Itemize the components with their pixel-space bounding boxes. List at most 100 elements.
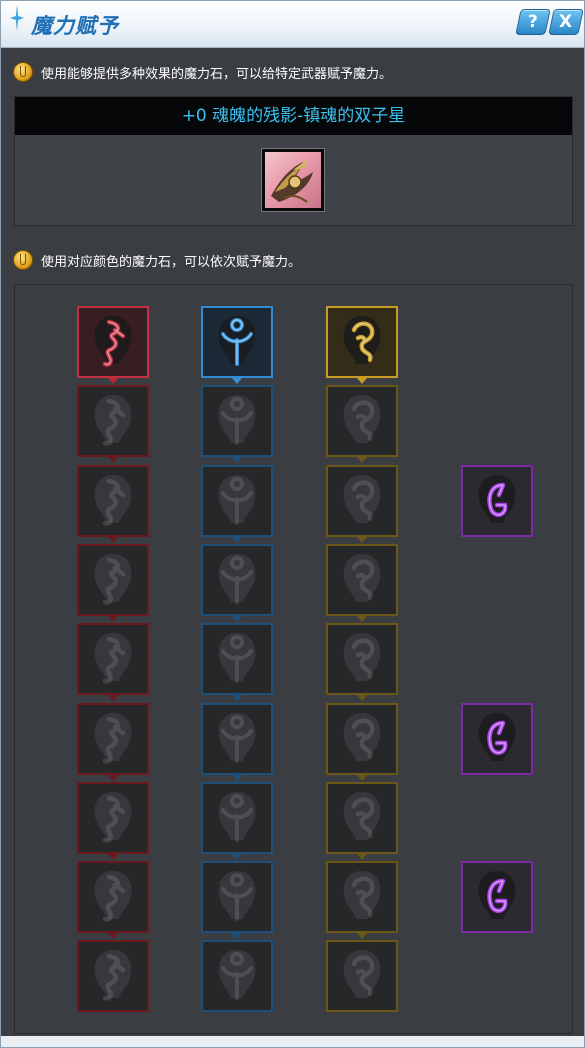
red-chain-arrow-icon (108, 933, 118, 940)
blue-rune-icon (218, 712, 256, 763)
red-rune-icon (94, 791, 132, 843)
red-rune-icon (94, 871, 132, 922)
gold-rune-slot[interactable] (326, 543, 398, 616)
red-rune-icon (94, 950, 132, 1002)
red-rune-slot[interactable] (77, 543, 149, 616)
red-chain-arrow-icon (108, 378, 118, 384)
slot-panel (14, 284, 573, 1034)
purple-rune-icon (478, 712, 516, 761)
red-rune-slot[interactable] (77, 702, 149, 775)
title-bar[interactable]: 魔力赋予 ? X (1, 1, 584, 48)
blue-rune-slot[interactable] (201, 543, 273, 616)
gold-chain-arrow-icon (357, 378, 367, 384)
blue-rune-slot[interactable] (201, 861, 273, 934)
gold-rune-icon (343, 633, 381, 682)
red-rune-icon (94, 316, 132, 367)
red-rune-slot[interactable] (77, 940, 149, 1013)
blue-chain-arrow-icon (232, 378, 242, 384)
sparkle-icon (10, 5, 24, 31)
red-chain-arrow-icon (108, 536, 118, 543)
red-rune-icon (94, 633, 132, 684)
gold-rune-slot[interactable] (326, 940, 398, 1013)
red-rune-slot[interactable] (77, 306, 149, 378)
blue-rune-slot[interactable] (201, 940, 273, 1013)
gold-chain-arrow-icon (357, 536, 367, 543)
gold-rune-slot[interactable] (326, 702, 398, 775)
blue-chain-arrow-icon (232, 774, 242, 781)
gold-rune-icon (343, 474, 381, 523)
item-slot[interactable] (261, 148, 325, 212)
item-panel: +0 魂魄的残影-镇魂的双子星 (14, 96, 573, 226)
blue-rune-icon (218, 871, 256, 922)
coin-icon (13, 250, 33, 270)
red-rune-icon (94, 712, 132, 764)
blue-rune-slot[interactable] (201, 306, 273, 378)
gold-rune-slot[interactable] (326, 464, 398, 537)
purple-rune-slot[interactable] (461, 861, 533, 934)
hint-text-2: 使用对应颜色的魔力石，可以依次赋予魔力。 (41, 254, 302, 270)
gold-rune-icon (343, 712, 381, 761)
gold-chain-arrow-icon (357, 615, 367, 622)
red-rune-slot[interactable] (77, 781, 149, 854)
help-icon: ? (528, 12, 538, 32)
blue-rune-icon (218, 395, 256, 446)
blue-rune-slot[interactable] (201, 464, 273, 537)
twin-star-weapon-icon (265, 152, 321, 208)
gold-rune-icon (343, 316, 381, 364)
gold-chain-arrow-icon (357, 933, 367, 940)
blue-rune-slot[interactable] (201, 385, 273, 458)
red-rune-slot[interactable] (77, 861, 149, 934)
blue-rune-icon (218, 474, 256, 525)
close-button[interactable]: X (548, 9, 584, 35)
purple-rune-icon (478, 474, 516, 523)
red-chain-arrow-icon (108, 695, 118, 702)
blue-rune-icon (218, 950, 256, 1001)
hint-text-1: 使用能够提供多种效果的魔力石，可以给特定武器赋予魔力。 (41, 66, 393, 82)
red-rune-icon (94, 553, 132, 605)
gold-rune-slot[interactable] (326, 781, 398, 854)
blue-chain-arrow-icon (232, 853, 242, 860)
gold-rune-slot[interactable] (326, 861, 398, 934)
gold-rune-icon (343, 553, 381, 602)
red-rune-slot[interactable] (77, 623, 149, 696)
enchant-window: 魔力赋予 ? X 使用能够提供多种效果的魔力石，可以给特定武器赋予魔力。 +0 … (0, 0, 585, 1048)
red-rune-icon (94, 474, 132, 526)
bottom-strip (1, 1036, 584, 1047)
purple-rune-slot[interactable] (461, 464, 533, 537)
window-title: 魔力赋予 (31, 14, 119, 38)
blue-rune-icon (218, 633, 256, 684)
blue-rune-icon (218, 553, 256, 604)
purple-rune-slot[interactable] (461, 702, 533, 775)
blue-chain-arrow-icon (232, 933, 242, 940)
gold-rune-slot[interactable] (326, 385, 398, 458)
gold-rune-icon (343, 395, 381, 444)
blue-rune-icon (218, 791, 256, 842)
red-chain-arrow-icon (108, 853, 118, 860)
gold-rune-slot[interactable] (326, 306, 398, 378)
red-rune-slot[interactable] (77, 385, 149, 458)
red-chain-arrow-icon (108, 457, 118, 464)
blue-rune-slot[interactable] (201, 623, 273, 696)
gold-rune-slot[interactable] (326, 623, 398, 696)
blue-chain-arrow-icon (232, 536, 242, 543)
gold-rune-icon (343, 950, 381, 999)
gold-rune-icon (343, 871, 381, 920)
hint-row-2: 使用对应颜色的魔力石，可以依次赋予魔力。 (13, 249, 301, 271)
blue-rune-icon (218, 316, 256, 366)
coin-icon (13, 62, 33, 82)
red-chain-arrow-icon (108, 774, 118, 781)
red-rune-slot[interactable] (77, 464, 149, 537)
gold-chain-arrow-icon (357, 774, 367, 781)
gold-chain-arrow-icon (357, 457, 367, 464)
blue-rune-slot[interactable] (201, 702, 273, 775)
blue-rune-slot[interactable] (201, 781, 273, 854)
help-button[interactable]: ? (515, 9, 551, 35)
gold-chain-arrow-icon (357, 695, 367, 702)
blue-chain-arrow-icon (232, 615, 242, 622)
close-icon: X (559, 12, 573, 32)
item-name: +0 魂魄的残影-镇魂的双子星 (15, 97, 572, 135)
blue-chain-arrow-icon (232, 457, 242, 464)
blue-chain-arrow-icon (232, 695, 242, 702)
red-chain-arrow-icon (108, 615, 118, 622)
purple-rune-icon (478, 871, 516, 920)
